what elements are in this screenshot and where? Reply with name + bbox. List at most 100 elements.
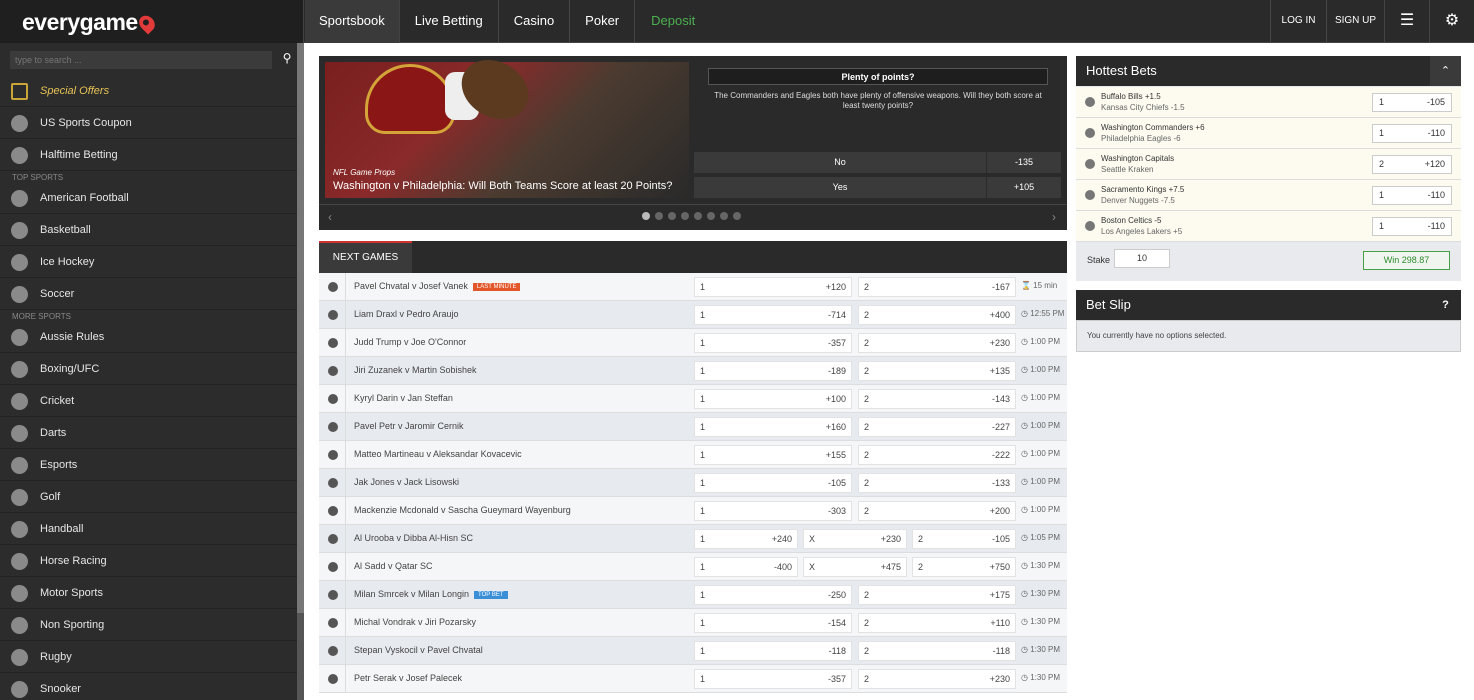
table-row[interactable]: Petr Serak v Josef Palecek 1 -357 2 +230 ◷ 1:…: [319, 665, 1067, 693]
sidebar-item-soccer[interactable]: Soccer: [0, 279, 297, 310]
table-row[interactable]: Pavel Petr v Jaromir Cernik 1 +160 2 -227 ◷ 1…: [319, 413, 1067, 441]
odds-button[interactable]: 2 +230: [858, 333, 1016, 353]
event-name[interactable]: Jak Jones v Jack Lisowski: [354, 477, 459, 487]
carousel-dot[interactable]: [720, 212, 728, 220]
search-icon[interactable]: ⚲: [279, 51, 295, 69]
hottest-bet-odds-button[interactable]: 1 -105: [1372, 93, 1452, 112]
carousel-dot[interactable]: [681, 212, 689, 220]
sidebar-item-boxing-ufc[interactable]: Boxing/UFC: [0, 354, 297, 385]
carousel-dot[interactable]: [642, 212, 650, 220]
sidebar-item-motor-sports[interactable]: Motor Sports: [0, 578, 297, 609]
event-name[interactable]: Al Urooba v Dibba Al-Hisn SC: [354, 533, 473, 543]
hottest-bet-odds-button[interactable]: 1 -110: [1372, 186, 1452, 205]
carousel-dot[interactable]: [655, 212, 663, 220]
sidebar-item-halftime-betting[interactable]: Halftime Betting: [0, 140, 297, 171]
odds-button[interactable]: 1 -357: [694, 333, 852, 353]
hottest-bet-odds-button[interactable]: 1 -110: [1372, 124, 1452, 143]
odds-button[interactable]: 1 +160: [694, 417, 852, 437]
nav-deposit[interactable]: Deposit: [635, 0, 711, 43]
odds-button[interactable]: 1 -189: [694, 361, 852, 381]
odds-button[interactable]: 2 -133: [858, 473, 1016, 493]
odds-button[interactable]: 2 -143: [858, 389, 1016, 409]
sidebar-item-us-sports-coupon[interactable]: US Sports Coupon: [0, 108, 297, 139]
odds-button[interactable]: 2 -227: [858, 417, 1016, 437]
sidebar-item-snooker[interactable]: Snooker: [0, 674, 297, 700]
sidebar-item-horse-racing[interactable]: Horse Racing: [0, 546, 297, 577]
odds-button[interactable]: 1 +120: [694, 277, 852, 297]
table-row[interactable]: Stepan Vyskocil v Pavel Chvatal 1 -118 2 -11…: [319, 637, 1067, 665]
hottest-bet-odds-button[interactable]: 2 +120: [1372, 155, 1452, 174]
odds-button[interactable]: 2 +230: [858, 669, 1016, 689]
sidebar-scroll-thumb[interactable]: [297, 43, 304, 613]
odds-button[interactable]: 2 -167: [858, 277, 1016, 297]
sidebar-item-darts[interactable]: Darts: [0, 418, 297, 449]
sidebar-item-american-football[interactable]: American Football: [0, 183, 297, 214]
table-row[interactable]: Matteo Martineau v Aleksandar Kovacevic 1…: [319, 441, 1067, 469]
nav-poker[interactable]: Poker: [570, 0, 636, 43]
odds-button[interactable]: 1 -400: [694, 557, 798, 577]
event-name[interactable]: Stepan Vyskocil v Pavel Chvatal: [354, 645, 483, 655]
odds-button[interactable]: 2 +400: [858, 305, 1016, 325]
stake-input[interactable]: 10: [1114, 249, 1170, 268]
menu-icon[interactable]: ☰: [1384, 0, 1429, 43]
carousel-dot[interactable]: [694, 212, 702, 220]
event-name[interactable]: Judd Trump v Joe O'Connor: [354, 337, 466, 347]
event-name[interactable]: Kyryl Darin v Jan Steffan: [354, 393, 453, 403]
odds-button[interactable]: 2 -105: [912, 529, 1016, 549]
odds-button[interactable]: X +230: [803, 529, 907, 549]
table-row[interactable]: Michal Vondrak v Jiri Pozarsky 1 -154 2 +110…: [319, 609, 1067, 637]
table-row[interactable]: Mackenzie Mcdonald v Sascha Gueymard Way…: [319, 497, 1067, 525]
carousel-dot[interactable]: [707, 212, 715, 220]
featured-image[interactable]: [325, 48, 689, 198]
table-row[interactable]: Liam Draxl v Pedro Araujo 1 -714 2 +400 ◷ 12:…: [319, 301, 1067, 329]
odds-button[interactable]: 2 +200: [858, 501, 1016, 521]
odds-button[interactable]: 1 -303: [694, 501, 852, 521]
odds-button[interactable]: 1 +100: [694, 389, 852, 409]
table-row[interactable]: Jak Jones v Jack Lisowski 1 -105 2 -133 ◷ 1:0…: [319, 469, 1067, 497]
odds-button[interactable]: 1 +155: [694, 445, 852, 465]
event-name[interactable]: Petr Serak v Josef Palecek: [354, 673, 462, 683]
featured-odds-no[interactable]: -135: [987, 152, 1061, 173]
carousel-dot[interactable]: [733, 212, 741, 220]
sidebar-item-rugby[interactable]: Rugby: [0, 642, 297, 673]
featured-option-no[interactable]: No: [694, 152, 986, 173]
chevron-right-icon[interactable]: ›: [1052, 210, 1056, 224]
odds-button[interactable]: X +475: [803, 557, 907, 577]
odds-button[interactable]: 2 -222: [858, 445, 1016, 465]
odds-button[interactable]: 1 -118: [694, 641, 852, 661]
tab-next-games[interactable]: NEXT GAMES: [319, 241, 412, 273]
event-name[interactable]: Al Sadd v Qatar SC: [354, 561, 433, 571]
sidebar-item-ice-hockey[interactable]: Ice Hockey: [0, 247, 297, 278]
odds-button[interactable]: 1 +240: [694, 529, 798, 549]
sidebar-item-handball[interactable]: Handball: [0, 514, 297, 545]
event-name[interactable]: Mackenzie Mcdonald v Sascha Gueymard Way…: [354, 505, 571, 515]
chevron-up-icon[interactable]: ⌃: [1430, 56, 1461, 86]
login-button[interactable]: LOG IN: [1270, 0, 1326, 43]
featured-option-yes[interactable]: Yes: [694, 177, 986, 198]
event-name[interactable]: Liam Draxl v Pedro Araujo: [354, 309, 459, 319]
sidebar-item-non-sporting[interactable]: Non Sporting: [0, 610, 297, 641]
featured-odds-yes[interactable]: +105: [987, 177, 1061, 198]
sidebar-item-esports[interactable]: Esports: [0, 450, 297, 481]
search-input[interactable]: [10, 51, 272, 69]
odds-button[interactable]: 1 -154: [694, 613, 852, 633]
odds-button[interactable]: 1 -357: [694, 669, 852, 689]
nav-sportsbook[interactable]: Sportsbook: [305, 0, 400, 43]
odds-button[interactable]: 1 -105: [694, 473, 852, 493]
odds-button[interactable]: 2 -118: [858, 641, 1016, 661]
sidebar-item-cricket[interactable]: Cricket: [0, 386, 297, 417]
event-name[interactable]: Milan Smrcek v Milan Longin TOP BET: [354, 589, 508, 599]
sidebar-item-golf[interactable]: Golf: [0, 482, 297, 513]
carousel-dot[interactable]: [668, 212, 676, 220]
odds-button[interactable]: 2 +175: [858, 585, 1016, 605]
table-row[interactable]: Milan Smrcek v Milan Longin TOP BET 1 -250 2…: [319, 581, 1067, 609]
table-row[interactable]: Jiri Zuzanek v Martin Sobishek 1 -189 2 +135…: [319, 357, 1067, 385]
event-name[interactable]: Pavel Chvatal v Josef Vanek LAST MINUTE: [354, 281, 521, 291]
odds-button[interactable]: 1 -714: [694, 305, 852, 325]
signup-button[interactable]: SIGN UP: [1326, 0, 1384, 43]
sidebar-item-aussie-rules[interactable]: Aussie Rules: [0, 322, 297, 353]
table-row[interactable]: Al Sadd v Qatar SC 1 -400 X +475 2 +750 ◷ 1:30 …: [319, 553, 1067, 581]
odds-button[interactable]: 2 +135: [858, 361, 1016, 381]
chevron-left-icon[interactable]: ‹: [328, 210, 332, 224]
odds-button[interactable]: 2 +750: [912, 557, 1016, 577]
